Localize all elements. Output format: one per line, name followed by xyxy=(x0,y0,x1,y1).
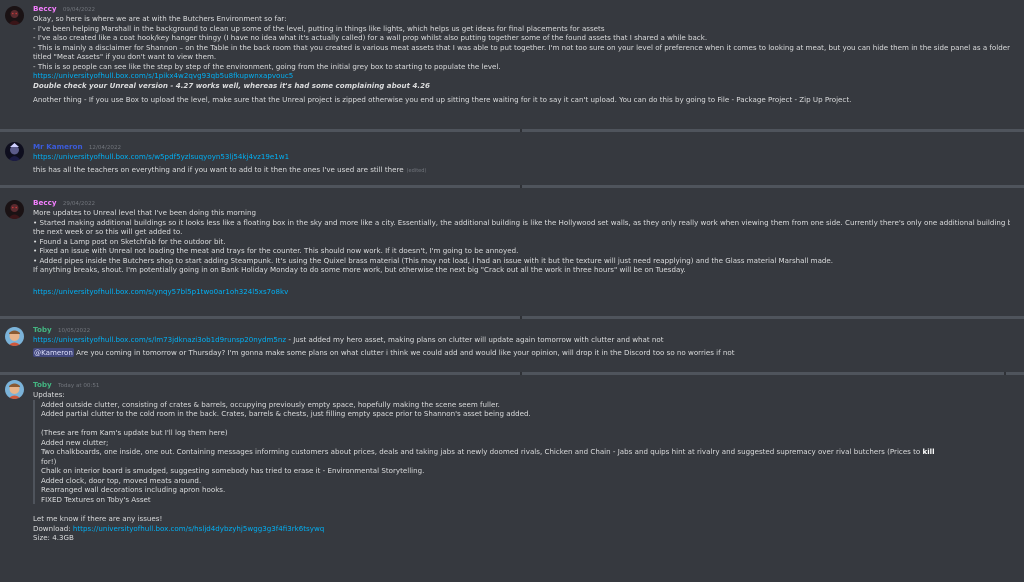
author-name[interactable]: Mr Kameron xyxy=(33,142,83,151)
quote-line: FIXED Textures on Toby's Asset xyxy=(41,494,151,504)
message-line: • Fixed an issue with Unreal not loading… xyxy=(33,246,519,255)
quote-line: Added partial clutter to the cold room i… xyxy=(41,409,531,418)
updates-heading: Updates: xyxy=(33,390,65,399)
avatar[interactable] xyxy=(5,142,24,161)
message-header: Mr Kameron 12/04/2022 xyxy=(33,142,1010,152)
quote-line: Added outside clutter, consisting of cra… xyxy=(41,399,500,409)
message-divider xyxy=(0,316,1024,319)
box-link[interactable]: https://universityofhull.box.com/s/w5pdf… xyxy=(33,152,289,161)
download-label: Download: xyxy=(33,523,73,533)
message-line: - This is mainly a disclaimer for Shanno… xyxy=(33,42,1010,52)
quote-line: (These are from Kam's update but I'll lo… xyxy=(41,428,228,437)
timestamp: Today at 00:51 xyxy=(57,383,100,389)
message-header: Toby 10/05/2022 xyxy=(33,325,1010,335)
avatar[interactable] xyxy=(5,6,24,25)
author-name[interactable]: Beccy xyxy=(33,4,57,13)
message-header: Beccy 29/04/2022 xyxy=(33,198,1010,208)
box-link[interactable]: https://universityofhull.box.com/s/lm73j… xyxy=(33,335,286,344)
message-line: Let me know if there are any issues! xyxy=(33,514,163,523)
timestamp: 12/04/2022 xyxy=(88,145,122,151)
message-divider xyxy=(0,185,1024,188)
message-line: the next week or so this will get added … xyxy=(33,227,183,236)
author-name[interactable]: Toby xyxy=(33,380,52,389)
avatar[interactable] xyxy=(5,380,24,399)
timestamp: 09/04/2022 xyxy=(62,7,96,13)
file-size: Size: 4.3GB xyxy=(33,533,74,542)
box-link[interactable]: https://universityofhull.box.com/s/1pikx… xyxy=(33,71,293,80)
version-note: Double check your Unreal version - 4.27 … xyxy=(33,80,430,90)
message-line: Another thing - If you use Box to upload… xyxy=(33,95,852,104)
bold-word: kill xyxy=(922,447,935,456)
quote-line: for!) xyxy=(41,456,57,466)
message-line: this has all the teachers on everything … xyxy=(33,164,404,174)
quote-line: Chalk on interior board is smudged, sugg… xyxy=(41,466,425,475)
message-line: • Found a Lamp post on Sketchfab for the… xyxy=(33,236,226,246)
author-name[interactable]: Toby xyxy=(33,325,52,334)
box-link[interactable]: https://universityofhull.box.com/s/ynqy5… xyxy=(33,287,288,296)
message-line: - This is so people can see like the ste… xyxy=(33,61,501,71)
message-line: If anything breaks, shout. I'm potential… xyxy=(33,265,686,274)
message-header: Beccy 09/04/2022 xyxy=(33,4,1010,14)
avatar[interactable] xyxy=(5,200,24,219)
message-header: Toby Today at 00:51 xyxy=(33,380,1010,390)
message-divider xyxy=(0,129,1024,132)
message-text: Are you coming in tomorrow or Thursday? … xyxy=(73,347,735,357)
message-line: - I've been helping Marshall in the back… xyxy=(33,23,605,33)
quote-line: Rearranged wall decorations including ap… xyxy=(41,485,226,494)
author-name[interactable]: Beccy xyxy=(33,198,57,207)
quote-line: Two chalkboards, one inside, one out. Co… xyxy=(41,447,923,456)
message-line: Okay, so here is where we are at with th… xyxy=(33,14,287,23)
message-line: • Added pipes inside the Butchers shop t… xyxy=(33,255,834,265)
user-mention[interactable]: @Kameron xyxy=(33,347,74,357)
message-line: More updates to Unreal level that I've b… xyxy=(33,208,256,217)
message-text: - Just added my hero asset, making plans… xyxy=(286,335,664,344)
message-line: - I've also created like a coat hook/key… xyxy=(33,33,708,42)
message-line: • Started making additional buildings so… xyxy=(33,217,1010,227)
timestamp: 29/04/2022 xyxy=(62,201,96,207)
block-quote: Added outside clutter, consisting of cra… xyxy=(33,399,1010,504)
quote-line: Added new clutter; xyxy=(41,437,109,447)
quote-line: Added clock, door top, moved meats aroun… xyxy=(41,475,202,485)
edited-label: (edited) xyxy=(406,167,427,174)
timestamp: 10/05/2022 xyxy=(57,328,91,334)
message-line: titled "Meat Assets" if you don't want t… xyxy=(33,52,217,61)
download-link[interactable]: https://universityofhull.box.com/s/hsljd… xyxy=(73,524,324,533)
quote-line xyxy=(41,419,1010,429)
avatar[interactable] xyxy=(5,327,24,346)
message-divider xyxy=(0,372,1024,375)
